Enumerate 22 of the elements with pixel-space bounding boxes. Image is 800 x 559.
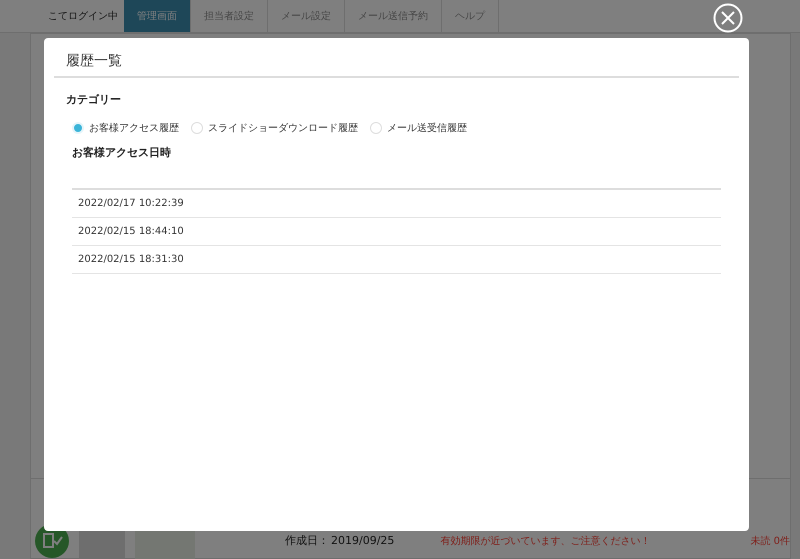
- login-status: こてログイン中: [48, 10, 118, 23]
- radio-label: メール送受信履歴: [387, 122, 467, 135]
- close-icon[interactable]: [713, 3, 743, 33]
- nav-tab[interactable]: 管理画面: [124, 0, 191, 32]
- access-datetime: 2022/02/15 18:44:10: [78, 226, 184, 237]
- radio-label: スライドショーダウンロード履歴: [208, 122, 358, 135]
- category-radio[interactable]: メール送受信履歴: [370, 121, 467, 135]
- unread-count: 未読 0件: [750, 534, 790, 548]
- photo-placeholder: [135, 531, 195, 559]
- dialog-title: 履歴一覧: [54, 52, 739, 78]
- created-date: 2019/09/25: [331, 534, 394, 548]
- access-datetime: 2022/02/15 18:31:30: [78, 254, 184, 265]
- radio-icon[interactable]: [191, 122, 203, 134]
- created-label: 作成日：: [285, 534, 329, 548]
- expiry-notice: 有効期限が近づいています、ご注意ください！: [440, 534, 650, 548]
- category-radio[interactable]: スライドショーダウンロード履歴: [191, 121, 358, 135]
- category-label: カテゴリー: [66, 92, 122, 107]
- radio-icon[interactable]: [370, 122, 382, 134]
- access-datetime: 2022/02/17 10:22:39: [78, 198, 184, 209]
- radio-label: お客様アクセス履歴: [89, 122, 179, 135]
- list-heading: お客様アクセス日時: [72, 145, 172, 160]
- category-radio[interactable]: お客様アクセス履歴: [72, 121, 179, 135]
